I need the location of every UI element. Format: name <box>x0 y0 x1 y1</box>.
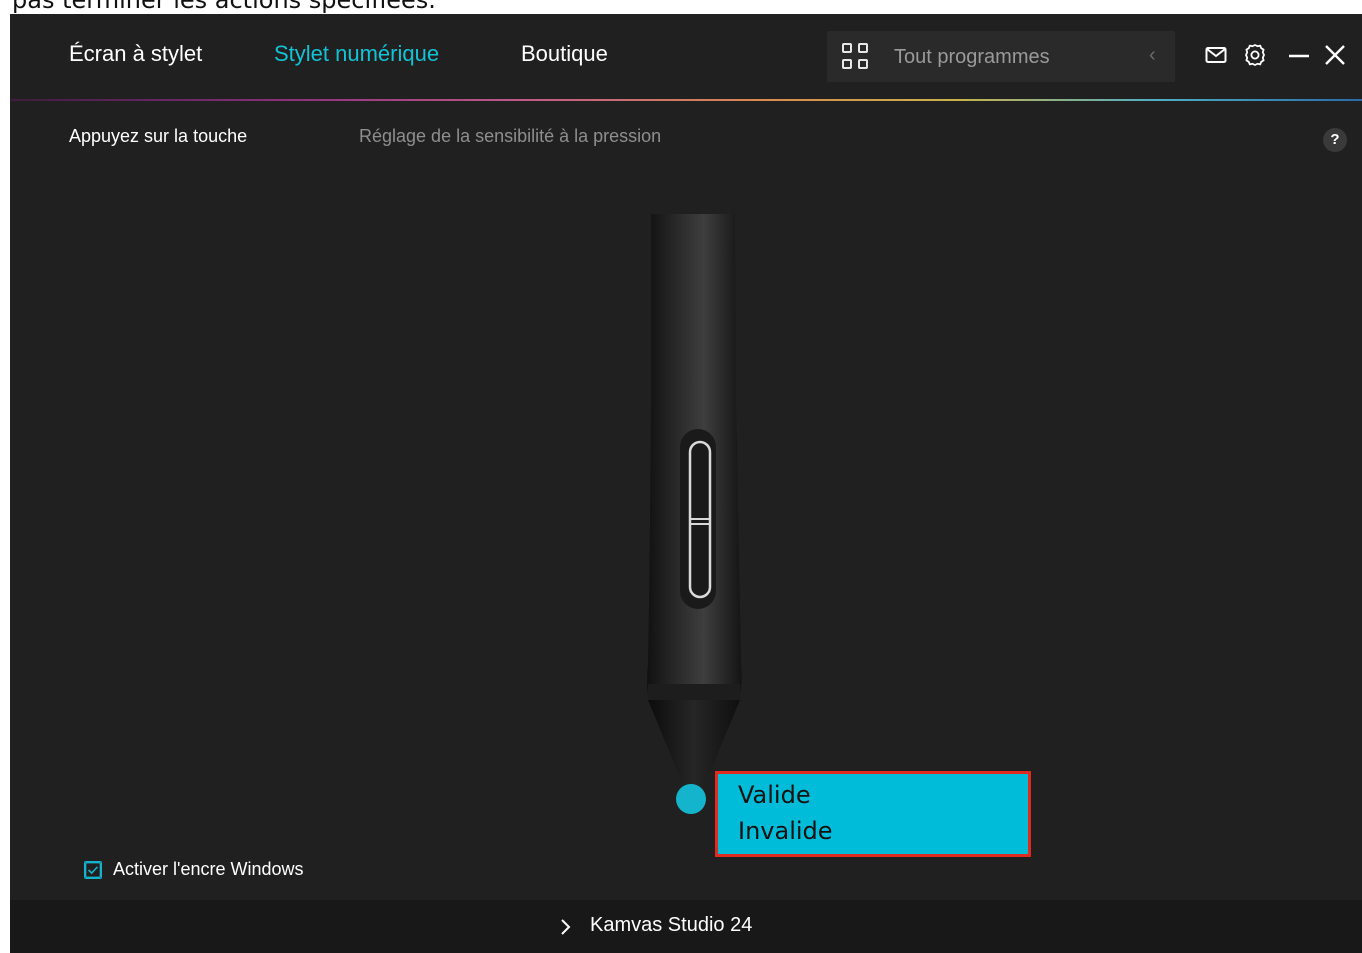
header-divider <box>10 99 1362 101</box>
document-text-fragment: pas terminer les actions spécifiées. <box>12 0 436 14</box>
stylus-pen-illustration <box>647 214 742 798</box>
subtab-press-key[interactable]: Appuyez sur la touche <box>69 126 247 147</box>
pen-tip-dropdown-menu: Valide Invalide <box>715 771 1031 857</box>
program-selector-label: Tout programmes <box>894 46 1050 68</box>
close-icon[interactable] <box>1324 42 1346 68</box>
help-button[interactable]: ? <box>1323 128 1347 152</box>
subtab-pressure-sensitivity[interactable]: Réglage de la sensibilité à la pression <box>359 126 661 147</box>
windows-ink-label: Activer l'encre Windows <box>113 859 304 879</box>
tab-digital-pen[interactable]: Stylet numérique <box>274 41 439 67</box>
grid-icon <box>842 43 870 71</box>
chevron-left-icon[interactable]: ‹ <box>1149 44 1156 67</box>
tab-store[interactable]: Boutique <box>521 41 608 67</box>
checkbox-checked-icon[interactable] <box>84 861 102 879</box>
pen-tip-marker[interactable] <box>676 784 706 814</box>
menu-item-invalide[interactable]: Invalide <box>721 813 1025 849</box>
huion-driver-window: Écran à stylet Stylet numérique Boutique… <box>10 14 1362 953</box>
menu-item-valide[interactable]: Valide <box>721 777 1025 813</box>
gear-icon[interactable] <box>1243 42 1267 68</box>
minimize-icon[interactable] <box>1288 42 1310 68</box>
device-name: Kamvas Studio 24 <box>590 914 753 936</box>
mail-icon[interactable] <box>1205 42 1227 68</box>
tab-pen-display[interactable]: Écran à stylet <box>69 41 202 67</box>
program-selector[interactable]: Tout programmes ‹ <box>827 31 1175 82</box>
footer-bar: Kamvas Studio 24 <box>10 900 1362 953</box>
chevron-right-icon <box>561 919 571 935</box>
header-bar: Écran à stylet Stylet numérique Boutique… <box>10 14 1362 100</box>
